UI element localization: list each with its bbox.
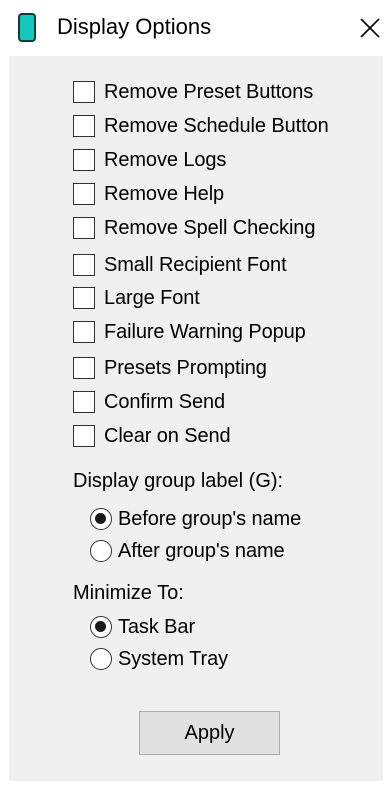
remove-spell-checking-option[interactable]: Remove Spell Checking [73, 214, 315, 242]
failure-warning-popup-checkbox[interactable] [73, 321, 95, 343]
remove-schedule-button-checkbox[interactable] [73, 115, 95, 137]
remove-logs-checkbox[interactable] [73, 149, 95, 171]
task-bar-radio[interactable] [90, 616, 112, 638]
option-label: Failure Warning Popup [104, 321, 306, 343]
option-label: Task Bar [118, 616, 196, 638]
group-label-heading: Display group label (G): [73, 470, 284, 492]
option-label: Remove Spell Checking [104, 217, 316, 239]
remove-help-option[interactable]: Remove Help [73, 180, 224, 208]
minimize-heading: Minimize To: [73, 582, 184, 604]
remove-help-checkbox[interactable] [73, 183, 95, 205]
presets-prompting-checkbox[interactable] [73, 357, 95, 379]
presets-prompting-option[interactable]: Presets Prompting [73, 354, 267, 382]
remove-spell-checking-checkbox[interactable] [73, 217, 95, 239]
option-label: Clear on Send [104, 425, 231, 447]
after-group-name-option[interactable]: After group's name [90, 537, 285, 565]
remove-schedule-button-option[interactable]: Remove Schedule Button [73, 112, 329, 140]
option-label: Presets Prompting [104, 357, 267, 379]
options-panel: Remove Preset Buttons Remove Schedule Bu… [9, 56, 383, 781]
clear-on-send-option[interactable]: Clear on Send [73, 422, 231, 450]
remove-logs-option[interactable]: Remove Logs [73, 146, 226, 174]
option-label: Remove Preset Buttons [104, 81, 314, 103]
window-title: Display Options [57, 14, 212, 39]
title-bar: Display Options [0, 0, 392, 56]
apply-button[interactable]: Apply [139, 711, 280, 755]
option-label: System Tray [118, 648, 229, 670]
option-label: After group's name [118, 540, 285, 562]
system-tray-option[interactable]: System Tray [90, 645, 228, 673]
clear-on-send-checkbox[interactable] [73, 425, 95, 447]
large-font-checkbox[interactable] [73, 287, 95, 309]
remove-preset-buttons-checkbox[interactable] [73, 81, 95, 103]
confirm-send-checkbox[interactable] [73, 391, 95, 413]
option-label: Remove Help [104, 183, 225, 205]
option-label: Remove Logs [104, 149, 227, 171]
large-font-option[interactable]: Large Font [73, 284, 200, 312]
close-icon[interactable] [356, 14, 384, 42]
option-label: Remove Schedule Button [104, 115, 329, 137]
after-group-name-radio[interactable] [90, 540, 112, 562]
phone-icon [18, 13, 36, 42]
system-tray-radio[interactable] [90, 648, 112, 670]
before-group-name-radio[interactable] [90, 508, 112, 530]
option-label: Confirm Send [104, 391, 226, 413]
option-label: Large Font [104, 287, 200, 309]
small-recipient-font-option[interactable]: Small Recipient Font [73, 251, 287, 279]
failure-warning-popup-option[interactable]: Failure Warning Popup [73, 318, 306, 346]
small-recipient-font-checkbox[interactable] [73, 254, 95, 276]
remove-preset-buttons-option[interactable]: Remove Preset Buttons [73, 78, 313, 106]
option-label: Small Recipient Font [104, 254, 287, 276]
task-bar-option[interactable]: Task Bar [90, 613, 195, 641]
before-group-name-option[interactable]: Before group's name [90, 505, 301, 533]
confirm-send-option[interactable]: Confirm Send [73, 388, 225, 416]
option-label: Before group's name [118, 508, 302, 530]
